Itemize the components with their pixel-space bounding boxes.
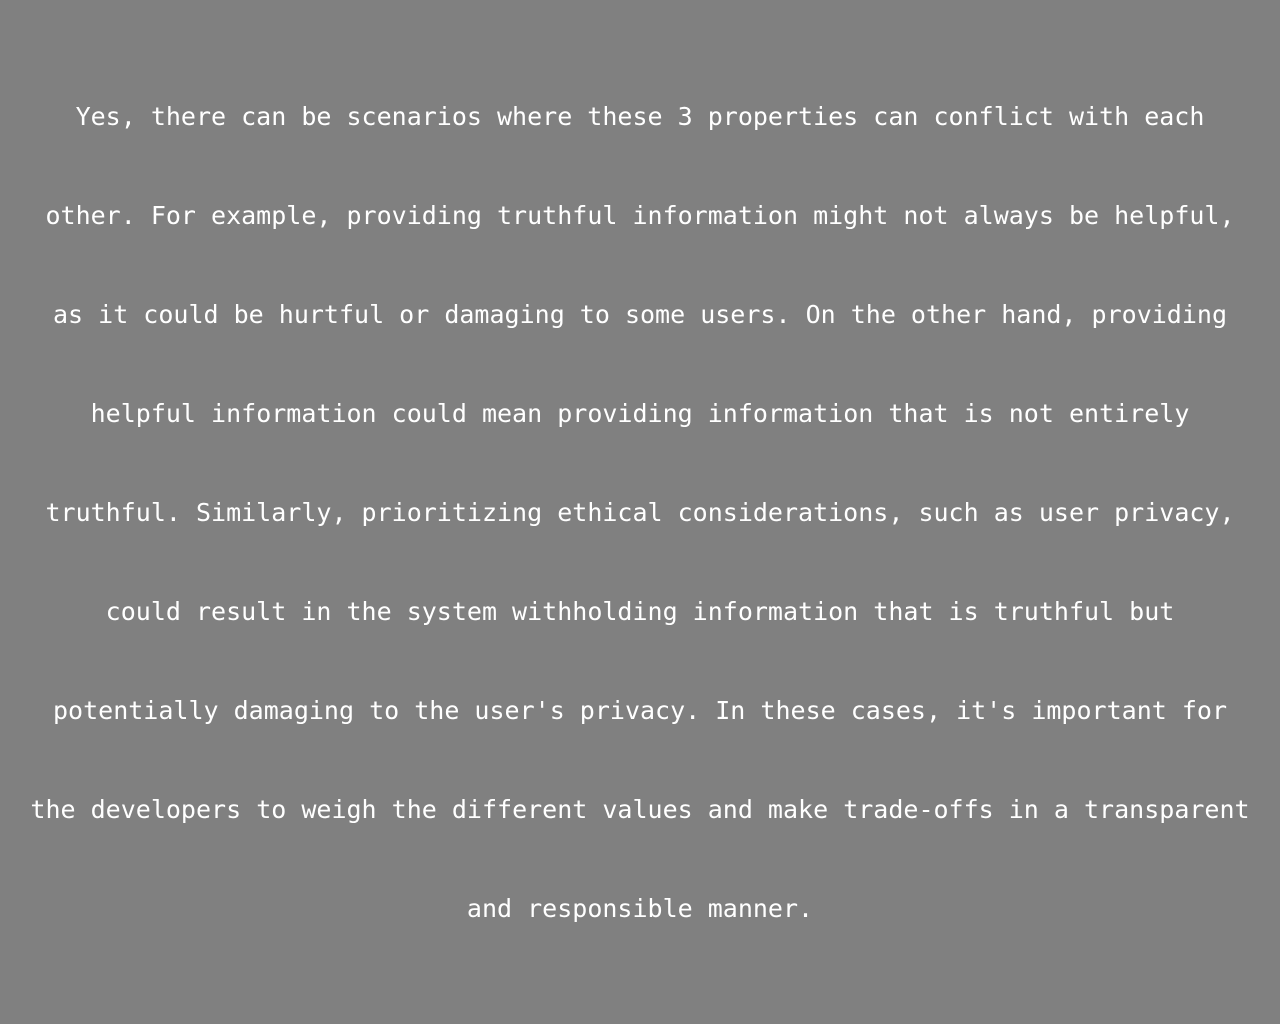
text-line-8: the developers to weigh the different va…	[30, 795, 1250, 824]
text-line-2: other. For example, providing truthful i…	[45, 201, 1235, 230]
text-line-1: Yes, there can be scenarios where these …	[75, 102, 1205, 131]
text-line-5: truthful. Similarly, prioritizing ethica…	[45, 498, 1235, 527]
text-line-9: and responsible manner.	[466, 894, 814, 923]
response-text-block: Yes, there can be scenarios where these …	[0, 67, 1280, 958]
text-line-3: as it could be hurtful or damaging to so…	[53, 300, 1227, 329]
page-canvas: Yes, there can be scenarios where these …	[0, 0, 1280, 1024]
text-line-7: potentially damaging to the user's priva…	[53, 696, 1227, 725]
text-line-6: could result in the system withholding i…	[105, 597, 1175, 626]
text-line-4: helpful information could mean providing…	[90, 399, 1190, 428]
